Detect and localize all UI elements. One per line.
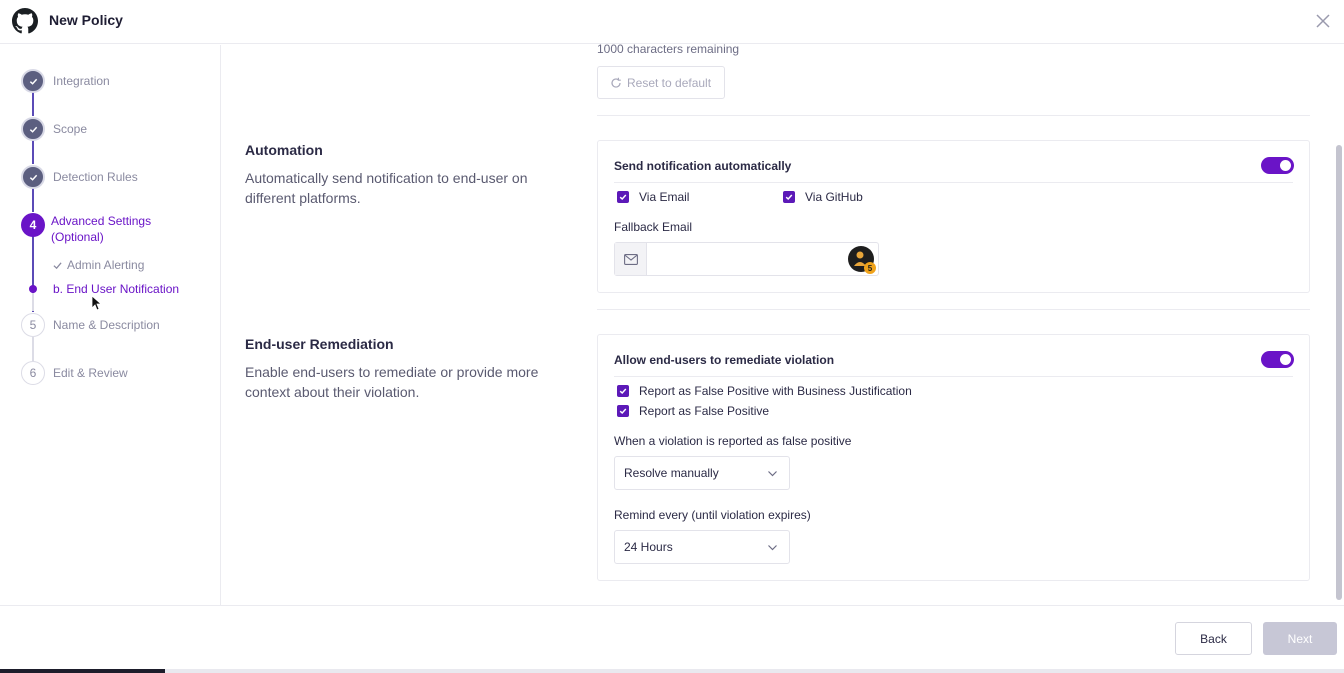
step-4-number: 4 — [21, 213, 45, 237]
false-positive-justification-checkbox[interactable]: Report as False Positive with Business J… — [617, 384, 912, 398]
via-email-checkbox[interactable]: Via Email — [617, 190, 689, 204]
divider — [597, 115, 1310, 116]
step-advanced-settings-line2: (Optional) — [51, 230, 104, 244]
chars-remaining: 1000 characters remaining — [597, 42, 740, 56]
step-advanced-settings[interactable]: Advanced Settings (Optional) — [51, 213, 151, 245]
via-email-label: Via Email — [639, 190, 690, 204]
step-advanced-settings-line1: Advanced Settings — [51, 214, 152, 228]
checkbox-checked-icon — [783, 191, 795, 203]
reset-to-default-button[interactable]: Reset to default — [597, 66, 725, 99]
github-icon[interactable] — [12, 8, 38, 34]
substep-admin-alerting[interactable]: Admin Alerting — [67, 258, 144, 272]
step-6-number: 6 — [21, 361, 45, 385]
divider — [614, 182, 1293, 183]
bottom-strip — [0, 669, 1344, 673]
stepper-sidebar: Integration Scope Detection Rules 4 Adva… — [0, 45, 221, 605]
step-connector — [32, 293, 34, 311]
bottom-strip-dark — [0, 669, 165, 673]
step-integration[interactable]: Integration — [53, 74, 110, 88]
remediation-card: Allow end-users to remediate violation R… — [597, 334, 1310, 581]
remediation-title: End-user Remediation — [245, 336, 394, 352]
next-button[interactable]: Next — [1263, 622, 1337, 655]
checkbox-checked-icon — [617, 405, 629, 417]
back-button[interactable]: Back — [1175, 622, 1252, 655]
avatar[interactable]: 5 — [848, 246, 876, 274]
step-connector — [32, 188, 34, 212]
mouse-cursor-icon — [91, 295, 101, 311]
chevron-down-icon — [768, 471, 777, 477]
divider — [597, 309, 1310, 310]
remind-every-label: Remind every (until violation expires) — [614, 508, 811, 522]
false-positive-justification-label: Report as False Positive with Business J… — [639, 384, 912, 398]
send-notification-label: Send notification automatically — [614, 159, 792, 173]
step-3-check-icon[interactable] — [21, 165, 45, 189]
fallback-email-field[interactable]: 5 — [614, 242, 879, 276]
remind-every-value: 24 Hours — [624, 540, 673, 554]
automation-title: Automation — [245, 142, 323, 158]
step-5-number: 5 — [21, 313, 45, 337]
step-2-check-icon[interactable] — [21, 117, 45, 141]
step-edit-review[interactable]: Edit & Review — [53, 366, 128, 380]
via-github-checkbox[interactable]: Via GitHub — [783, 190, 863, 204]
fallback-email-label: Fallback Email — [614, 220, 693, 234]
header: New Policy — [0, 0, 1344, 44]
footer: Back Next — [0, 605, 1344, 669]
step-1-check-icon[interactable] — [21, 69, 45, 93]
substep-end-user-notification[interactable]: b. End User Notification — [53, 282, 179, 296]
step-detection-rules[interactable]: Detection Rules — [53, 170, 138, 184]
allow-remediate-toggle[interactable] — [1261, 351, 1294, 368]
check-icon — [53, 262, 62, 270]
current-substep-dot — [29, 285, 37, 293]
allow-remediate-label: Allow end-users to remediate violation — [614, 353, 835, 367]
checkbox-checked-icon — [617, 385, 629, 397]
false-positive-action-select[interactable]: Resolve manually — [614, 456, 790, 490]
close-icon[interactable] — [1314, 12, 1332, 30]
step-connector — [32, 337, 34, 361]
false-positive-action-label: When a violation is reported as false po… — [614, 434, 852, 448]
vertical-scrollbar[interactable] — [1336, 145, 1342, 600]
step-connector — [32, 92, 34, 116]
via-github-label: Via GitHub — [805, 190, 863, 204]
false-positive-action-value: Resolve manually — [624, 466, 719, 480]
chevron-down-icon — [768, 545, 777, 551]
checkbox-checked-icon — [617, 191, 629, 203]
false-positive-checkbox[interactable]: Report as False Positive — [617, 404, 769, 418]
false-positive-label: Report as False Positive — [639, 404, 770, 418]
send-notification-toggle[interactable] — [1261, 157, 1294, 174]
reset-to-default-label: Reset to default — [627, 75, 712, 90]
step-scope[interactable]: Scope — [53, 122, 87, 136]
step-name-description[interactable]: Name & Description — [53, 318, 160, 332]
remind-every-select[interactable]: 24 Hours — [614, 530, 790, 564]
mail-icon — [615, 243, 647, 275]
automation-card: Send notification automatically Via Emai… — [597, 140, 1310, 293]
page-title: New Policy — [49, 12, 123, 28]
divider — [614, 376, 1293, 377]
refresh-icon — [611, 77, 621, 88]
step-connector — [32, 140, 34, 164]
remediation-description: Enable end-users to remediate or provide… — [245, 364, 539, 400]
avatar-badge: 5 — [864, 262, 876, 274]
automation-description: Automatically send notification to end-u… — [245, 170, 528, 206]
